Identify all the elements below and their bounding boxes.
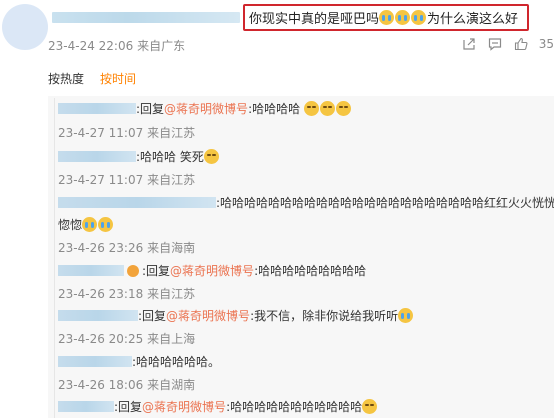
- list-item: :哈哈哈 笑死: [58, 148, 220, 165]
- reply-location: 来自江苏: [147, 173, 196, 187]
- crying-emoji-icon: [82, 217, 98, 232]
- reply-meta: 23-4-27 11:07 来自江苏: [58, 171, 195, 188]
- list-item: :哈哈哈哈哈哈。: [58, 353, 220, 370]
- comment-location: 来自广东: [137, 39, 186, 53]
- reply-text: :我不信，除非你说给我听听: [250, 309, 399, 323]
- reply-text: :哈哈哈哈哈哈哈哈哈: [254, 264, 367, 278]
- laughing-emoji-icon: [303, 101, 319, 116]
- list-item: :回复@蒋奇明微博号:哈哈哈哈哈哈哈哈哈哈哈: [58, 398, 378, 415]
- reply-location: 来自江苏: [147, 126, 196, 140]
- reply-location: 来自上海: [147, 332, 196, 346]
- mention-link[interactable]: @蒋奇明微博号: [170, 264, 254, 278]
- mention-link[interactable]: @蒋奇明微博号: [164, 102, 248, 116]
- reply-meta: 23-4-26 23:26 来自海南: [58, 239, 195, 256]
- reply-meta: 23-4-26 20:25 来自上海: [58, 330, 195, 347]
- list-item: :哈哈哈哈哈哈哈哈哈哈哈哈哈哈哈哈哈哈哈哈哈哈红红火火恍恍: [58, 194, 554, 211]
- reply-time: 23-4-27 11:07: [58, 126, 144, 140]
- reply-time: 23-4-27 11:07: [58, 173, 144, 187]
- list-item: :回复@蒋奇明微博号:哈哈哈哈哈哈哈哈哈: [58, 262, 366, 279]
- comment-text-prefix: 你现实中真的是哑巴吗: [249, 12, 380, 27]
- highlighted-comment: 你现实中真的是哑巴吗 为什么演这么好: [243, 4, 529, 31]
- list-item: :回复@蒋奇明微博号:哈哈哈哈: [58, 100, 352, 117]
- username-blurred[interactable]: [58, 310, 138, 321]
- reply-prefix: :回复: [138, 309, 167, 323]
- list-item: :回复@蒋奇明微博号:我不信，除非你说给我听听: [58, 307, 414, 324]
- comment-time: 23-4-24 22:06: [48, 39, 134, 53]
- reply-prefix: :回复: [114, 400, 143, 414]
- reply-text: :哈哈哈哈哈哈哈哈哈哈哈: [226, 400, 363, 414]
- laughing-emoji-icon: [203, 149, 219, 164]
- tab-by-time[interactable]: 按时间: [100, 70, 136, 87]
- username-blurred[interactable]: [52, 12, 240, 23]
- crying-emoji-icon: [398, 308, 414, 323]
- crying-emoji-icon: [379, 10, 395, 25]
- laughing-emoji-icon: [319, 101, 335, 116]
- reply-meta: 23-4-27 11:07 来自江苏: [58, 124, 195, 141]
- reply-prefix: :回复: [136, 102, 165, 116]
- username-blurred[interactable]: [58, 401, 114, 412]
- reply-text: 惚惚: [58, 218, 83, 232]
- reply-location: 来自湖南: [147, 378, 196, 392]
- username-blurred[interactable]: [58, 356, 132, 367]
- list-item-continued: 惚惚: [58, 216, 114, 233]
- username-blurred[interactable]: [58, 103, 136, 114]
- sort-tabs: 按热度 按时间: [48, 70, 136, 87]
- reply-text: :哈哈哈哈哈哈哈哈哈哈哈哈哈哈哈哈哈哈哈哈哈哈红红火火恍恍: [216, 196, 554, 210]
- laughing-emoji-icon: [362, 399, 378, 414]
- reply-time: 23-4-26 23:18: [58, 287, 144, 301]
- reply-text: :哈哈哈 笑死: [136, 150, 204, 164]
- mention-link[interactable]: @蒋奇明微博号: [142, 400, 226, 414]
- crying-emoji-icon: [395, 10, 411, 25]
- avatar[interactable]: [2, 4, 48, 50]
- username-blurred[interactable]: [58, 265, 124, 276]
- comment-icon[interactable]: [487, 36, 503, 52]
- crying-emoji-icon: [98, 217, 114, 232]
- reply-time: 23-4-26 23:26: [58, 241, 144, 255]
- laughing-emoji-icon: [335, 101, 351, 116]
- comment-actions: 35: [461, 36, 554, 52]
- reply-prefix: :回复: [142, 264, 171, 278]
- mention-link[interactable]: @蒋奇明微博号: [166, 309, 250, 323]
- reply-location: 来自海南: [147, 241, 196, 255]
- like-count: 35: [538, 37, 554, 51]
- crying-emoji-icon: [411, 10, 427, 25]
- divider: [54, 98, 55, 418]
- tab-by-hot[interactable]: 按热度: [48, 70, 84, 87]
- username-blurred[interactable]: [58, 151, 136, 162]
- reply-text: :哈哈哈哈哈哈。: [132, 355, 221, 369]
- comment-text-suffix: 为什么演这么好: [427, 12, 519, 27]
- reply-meta: 23-4-26 23:18 来自江苏: [58, 285, 195, 302]
- vip-badge-icon: [127, 265, 139, 277]
- like-icon[interactable]: [513, 36, 529, 52]
- comment-meta: 23-4-24 22:06 来自广东: [48, 37, 185, 54]
- share-icon[interactable]: [461, 36, 477, 52]
- reply-list: :回复@蒋奇明微博号:哈哈哈哈 23-4-27 11:07 来自江苏 :哈哈哈 …: [48, 96, 554, 418]
- reply-location: 来自江苏: [147, 287, 196, 301]
- reply-meta: 23-4-26 18:06 来自湖南: [58, 376, 195, 393]
- reply-time: 23-4-26 18:06: [58, 378, 144, 392]
- reply-text: :哈哈哈哈: [248, 102, 301, 116]
- reply-time: 23-4-26 20:25: [58, 332, 144, 346]
- username-blurred[interactable]: [58, 197, 216, 208]
